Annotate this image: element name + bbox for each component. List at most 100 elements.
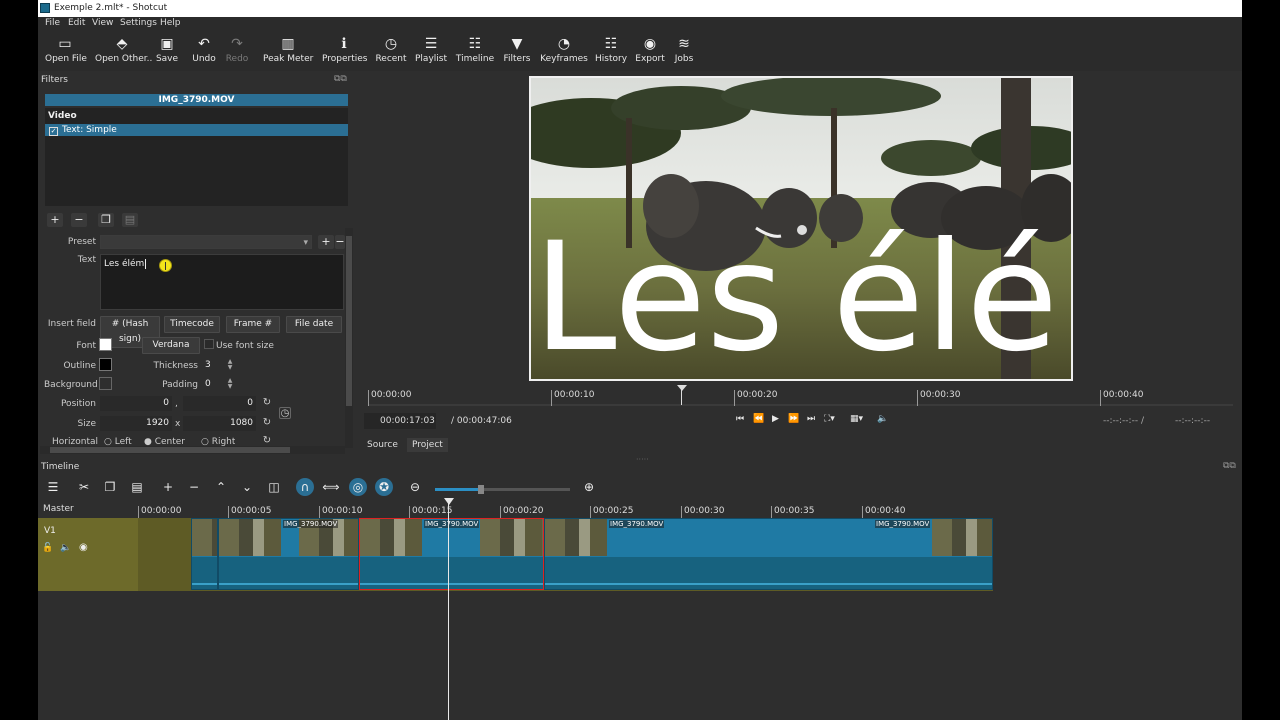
splitter-handle[interactable]: ····· <box>636 455 649 464</box>
text-input[interactable]: Les élém <box>100 254 344 310</box>
rewind-icon[interactable]: ⏪ <box>753 414 764 424</box>
snap-magnet-icon[interactable]: ∩ <box>296 478 314 496</box>
undo-button[interactable]: ↶ Undo <box>191 34 217 64</box>
remove-filter-button[interactable]: − <box>71 213 87 227</box>
keyframe-stopwatch-icon[interactable]: ◷ <box>279 407 291 419</box>
padding-input[interactable]: 0 <box>202 377 226 391</box>
skip-to-start-icon[interactable]: ⏮ <box>736 414 744 424</box>
hfit-center-radio[interactable]: ● Center <box>144 437 185 446</box>
insert-file-date-button[interactable]: File date <box>286 316 342 333</box>
outline-color-swatch[interactable] <box>99 358 112 371</box>
properties-button[interactable]: ℹ Properties <box>322 34 367 64</box>
timeline-playhead-marker[interactable] <box>444 498 454 505</box>
delete-preset-button[interactable]: − <box>335 235 345 249</box>
fast-forward-icon[interactable]: ⏩ <box>788 414 799 424</box>
timeline-empty-area[interactable] <box>38 591 1242 720</box>
menu-file[interactable]: File <box>45 18 60 28</box>
overwrite-icon[interactable]: ⌄ <box>238 478 256 496</box>
split-icon[interactable]: ◫ <box>265 478 283 496</box>
font-color-swatch[interactable] <box>99 338 112 351</box>
insert-timecode-button[interactable]: Timecode <box>164 316 220 333</box>
hfit-left-radio[interactable]: ○ Left <box>104 437 132 446</box>
tab-source[interactable]: Source <box>362 438 403 452</box>
filter-list[interactable]: Video ✓ Text: Simple <box>45 108 348 206</box>
position-x-input[interactable]: 0 <box>100 396 172 411</box>
redo-button[interactable]: ↷ Redo <box>224 34 250 64</box>
open-file-button[interactable]: ▭ Open File <box>45 34 87 64</box>
export-button[interactable]: ◉ Export <box>635 34 665 64</box>
zoom-in-icon[interactable]: ⊕ <box>580 478 598 496</box>
background-color-swatch[interactable] <box>99 377 112 390</box>
panel-float-icon[interactable]: ⧉⧉ <box>334 74 347 84</box>
filter-item-text-simple[interactable]: ✓ Text: Simple <box>45 124 348 136</box>
play-icon[interactable]: ▶ <box>772 414 779 424</box>
position-y-input[interactable]: 0 <box>183 396 256 411</box>
filters-button[interactable]: ▼ Filters <box>501 34 533 64</box>
zoom-slider[interactable] <box>435 485 570 494</box>
size-width-input[interactable]: 1920 <box>100 416 172 431</box>
timeline-clip-selected[interactable]: IMG_3790.MOV <box>359 518 544 590</box>
timeline-menu-icon[interactable]: ☰ <box>44 478 62 496</box>
menu-help[interactable]: Help <box>160 18 181 28</box>
lock-icon[interactable]: 🔓 <box>42 543 53 553</box>
skip-to-end-icon[interactable]: ⏭ <box>807 414 815 424</box>
eye-icon[interactable]: ◉ <box>79 542 88 553</box>
append-icon[interactable]: + <box>159 478 177 496</box>
add-filter-button[interactable]: + <box>47 213 63 227</box>
tab-project[interactable]: Project <box>407 438 448 452</box>
menu-edit[interactable]: Edit <box>68 18 85 28</box>
font-button[interactable]: Verdana <box>142 337 200 354</box>
playlist-button[interactable]: ☰ Playlist <box>414 34 448 64</box>
size-reset-icon[interactable]: ↻ <box>261 417 273 429</box>
volume-icon[interactable]: 🔈 <box>877 414 888 424</box>
open-other-button[interactable]: ⬘ Open Other.. <box>95 34 152 64</box>
viewer-playhead-marker[interactable] <box>677 385 687 391</box>
lift-icon[interactable]: ⌃ <box>212 478 230 496</box>
track-header-v1[interactable]: V1 🔓 🔈 ◉ <box>38 518 138 591</box>
recent-button[interactable]: ◷ Recent <box>374 34 408 64</box>
hfit-reset-icon[interactable]: ↻ <box>261 435 273 444</box>
use-font-size-checkbox[interactable] <box>204 339 214 349</box>
filter-properties-scrollbar[interactable] <box>345 228 353 448</box>
track-v1-area[interactable]: IMG_3790.MOV IMG_3790.MOV IMG_3790.MOV IM… <box>138 518 993 591</box>
ripple-all-tracks-icon[interactable]: ✪ <box>375 478 393 496</box>
zoom-slider-knob[interactable] <box>478 485 484 494</box>
grid-icon[interactable]: ▦▾ <box>850 414 863 424</box>
jobs-button[interactable]: ≋ Jobs <box>671 34 697 64</box>
scrub-icon[interactable]: ⟺ <box>322 478 340 496</box>
save-preset-button[interactable]: + <box>318 235 334 249</box>
size-height-input[interactable]: 1080 <box>183 416 256 431</box>
current-timecode-field[interactable]: 00:00:17:03 <box>364 413 436 429</box>
timeline-ruler[interactable]: 00:00:00 00:00:05 00:00:10 00:00:15 00:0… <box>138 500 998 518</box>
timeline-playhead[interactable] <box>448 500 449 720</box>
thickness-input[interactable]: 3 <box>202 358 226 372</box>
zoom-fit-icon[interactable]: ⛶▾ <box>824 414 835 424</box>
history-button[interactable]: ☷ History <box>595 34 627 64</box>
zoom-out-icon[interactable]: ⊖ <box>406 478 424 496</box>
filter-enabled-checkbox[interactable]: ✓ <box>49 127 58 136</box>
timeline-clip[interactable] <box>191 518 218 590</box>
hfit-right-radio[interactable]: ○ Right <box>201 437 235 446</box>
cut-icon[interactable]: ✂ <box>75 478 93 496</box>
filter-properties-hscrollbar[interactable] <box>40 446 345 454</box>
menu-view[interactable]: View <box>92 18 113 28</box>
paste-icon[interactable]: ▤ <box>128 478 146 496</box>
thickness-spinner[interactable]: ▲ ▼ <box>226 359 234 372</box>
position-reset-icon[interactable]: ↻ <box>261 397 273 409</box>
save-button[interactable]: ▣ Save <box>154 34 180 64</box>
copy-icon[interactable]: ❐ <box>101 478 119 496</box>
timeline-clip[interactable]: IMG_3790.MOV <box>218 518 359 590</box>
timeline-float-icon[interactable]: ⧉⧉ <box>1223 461 1236 471</box>
timeline-button[interactable]: ☷ Timeline <box>455 34 495 64</box>
ripple-icon[interactable]: ◎ <box>349 478 367 496</box>
preset-select[interactable]: ▾ <box>100 235 312 249</box>
peak-meter-button[interactable]: ▥ Peak Meter <box>263 34 313 64</box>
mute-icon[interactable]: 🔈 <box>60 543 71 553</box>
ripple-delete-icon[interactable]: − <box>185 478 203 496</box>
timeline-clip[interactable]: IMG_3790.MOV IMG_3790.MOV <box>544 518 993 590</box>
paste-filter-button[interactable]: ▤ <box>122 213 138 227</box>
copy-filter-button[interactable]: ❐ <box>98 213 114 227</box>
menu-settings[interactable]: Settings <box>120 18 157 28</box>
viewer-ruler[interactable]: 00:00:00 00:00:10 00:00:20 00:00:30 00:0… <box>368 385 1233 407</box>
insert-frame-button[interactable]: Frame # <box>226 316 280 333</box>
